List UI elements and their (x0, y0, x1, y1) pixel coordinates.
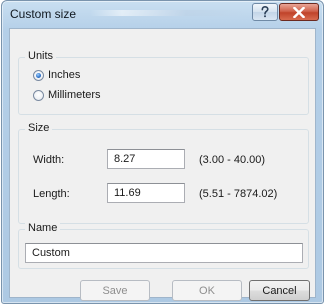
dialog-client-area: Units Inches Millimeters Size Width: 8.2… (9, 28, 316, 301)
length-label: Length: (33, 188, 70, 200)
width-range: (3.00 - 40.00) (199, 154, 266, 166)
width-label: Width: (33, 154, 65, 166)
units-group: Units Inches Millimeters (18, 50, 309, 115)
cancel-button[interactable]: Cancel (249, 280, 310, 301)
size-group: Size Width: 8.27 (3.00 - 40.00) Length: … (18, 122, 309, 224)
radio-millimeters-label: Millimeters (48, 89, 101, 101)
name-input[interactable]: Custom (25, 243, 303, 263)
width-input[interactable]: 8.27 (107, 149, 185, 169)
name-group-label: Name (25, 222, 61, 234)
custom-size-dialog: Custom size Units Inches Millimeters Siz… (1, 0, 324, 304)
question-mark-icon (261, 6, 269, 18)
units-group-label: Units (25, 50, 57, 62)
window-title: Custom size (10, 7, 77, 21)
radio-millimeters-indicator[interactable] (33, 89, 44, 101)
radio-inches[interactable]: Inches (33, 69, 80, 81)
length-input[interactable]: 11.69 (107, 183, 185, 203)
ok-button[interactable]: OK (172, 280, 242, 301)
radio-millimeters[interactable]: Millimeters (33, 89, 101, 101)
name-group: Name Custom (18, 222, 309, 269)
radio-inches-indicator[interactable] (33, 69, 44, 81)
close-button[interactable] (279, 3, 319, 21)
help-button[interactable] (252, 3, 278, 21)
save-button[interactable]: Save (80, 280, 150, 301)
size-group-label: Size (25, 122, 53, 134)
close-icon (293, 6, 305, 18)
radio-inches-label: Inches (48, 69, 81, 81)
title-bar[interactable]: Custom size (2, 1, 323, 27)
title-bar-decoration (90, 10, 250, 16)
length-range: (5.51 - 7874.02) (199, 188, 278, 200)
